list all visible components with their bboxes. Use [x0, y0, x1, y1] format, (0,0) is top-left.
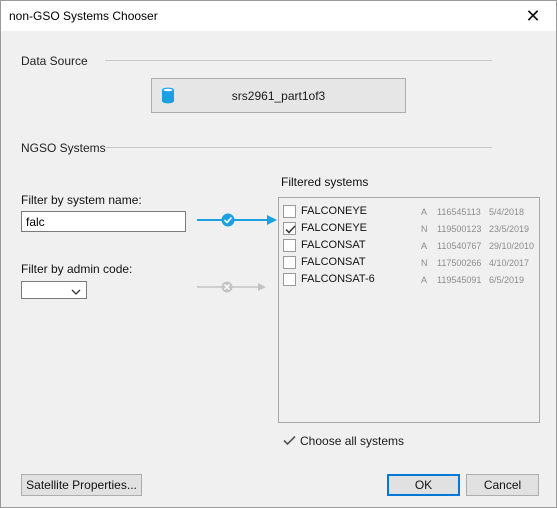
system-date: 23/5/2019 [489, 224, 530, 234]
system-admin-code: A [421, 207, 428, 217]
checkmark-icon [285, 225, 296, 234]
filter-name-input[interactable] [21, 211, 186, 232]
system-checkbox[interactable] [283, 273, 296, 286]
data-source-label: Data Source [21, 54, 88, 68]
system-checkbox[interactable] [283, 239, 296, 252]
ngso-systems-label: NGSO Systems [21, 141, 106, 155]
system-name: FALCONSAT-6 [301, 273, 375, 285]
system-checkbox[interactable] [283, 205, 296, 218]
ngso-separator [105, 147, 492, 148]
window-title: non-GSO Systems Chooser [9, 9, 158, 23]
system-checkbox[interactable] [283, 256, 296, 269]
dialog-window: non-GSO Systems Chooser ✕ Data Source sr… [0, 0, 557, 508]
system-name: FALCONSAT [301, 256, 366, 268]
system-id: 119545091 [437, 275, 482, 285]
admin-filter-inactive-arrow-icon [197, 281, 266, 293]
system-name: FALCONEYE [301, 222, 368, 234]
title-bar: non-GSO Systems Chooser ✕ [1, 1, 556, 31]
filter-admin-label: Filter by admin code: [21, 262, 133, 276]
data-source-separator [105, 60, 492, 61]
system-name: FALCONEYE [301, 205, 368, 217]
system-id: 117500266 [437, 258, 482, 268]
admin-code-select[interactable] [21, 281, 87, 299]
system-admin-code: A [421, 241, 428, 251]
data-source-button-label: srs2961_part1of3 [231, 89, 326, 103]
system-date: 5/4/2018 [489, 207, 525, 217]
filtered-systems-list: FALCONEYE A 116545113 5/4/2018 FALCONEYE… [278, 197, 540, 423]
name-filter-active-arrow-icon [197, 213, 277, 227]
system-date: 6/5/2019 [489, 275, 525, 285]
choose-all-systems-label: Choose all systems [300, 434, 405, 448]
system-date: 29/10/2010 [489, 241, 535, 251]
system-name: FALCONSAT [301, 239, 366, 251]
system-row[interactable]: FALCONEYE N 119500123 23/5/2019 [283, 220, 537, 237]
system-id: 110540767 [437, 241, 482, 251]
system-date: 4/10/2017 [489, 258, 530, 268]
system-id: 119500123 [437, 224, 482, 234]
system-id: 116545113 [437, 207, 481, 217]
system-checkbox[interactable] [283, 222, 296, 235]
system-admin-code: N [421, 224, 428, 234]
system-admin-code: N [421, 258, 428, 268]
system-row[interactable]: FALCONSAT N 117500266 4/10/2017 [283, 254, 537, 271]
satellite-properties-button[interactable]: Satellite Properties... [21, 474, 142, 496]
cancel-button[interactable]: Cancel [466, 474, 539, 496]
checkmark-icon [283, 435, 296, 449]
chevron-down-icon [71, 285, 81, 299]
data-source-button[interactable]: srs2961_part1of3 [151, 78, 406, 113]
system-admin-code: A [421, 275, 428, 285]
filter-name-label: Filter by system name: [21, 193, 142, 207]
system-row[interactable]: FALCONSAT-6 A 119545091 6/5/2019 [283, 271, 537, 288]
system-row[interactable]: FALCONEYE A 116545113 5/4/2018 [283, 203, 537, 220]
ok-button[interactable]: OK [387, 474, 460, 496]
filtered-systems-label: Filtered systems [281, 175, 369, 189]
close-button[interactable]: ✕ [510, 1, 556, 31]
system-row[interactable]: FALCONSAT A 110540767 29/10/2010 [283, 237, 537, 254]
close-icon: ✕ [525, 5, 541, 26]
